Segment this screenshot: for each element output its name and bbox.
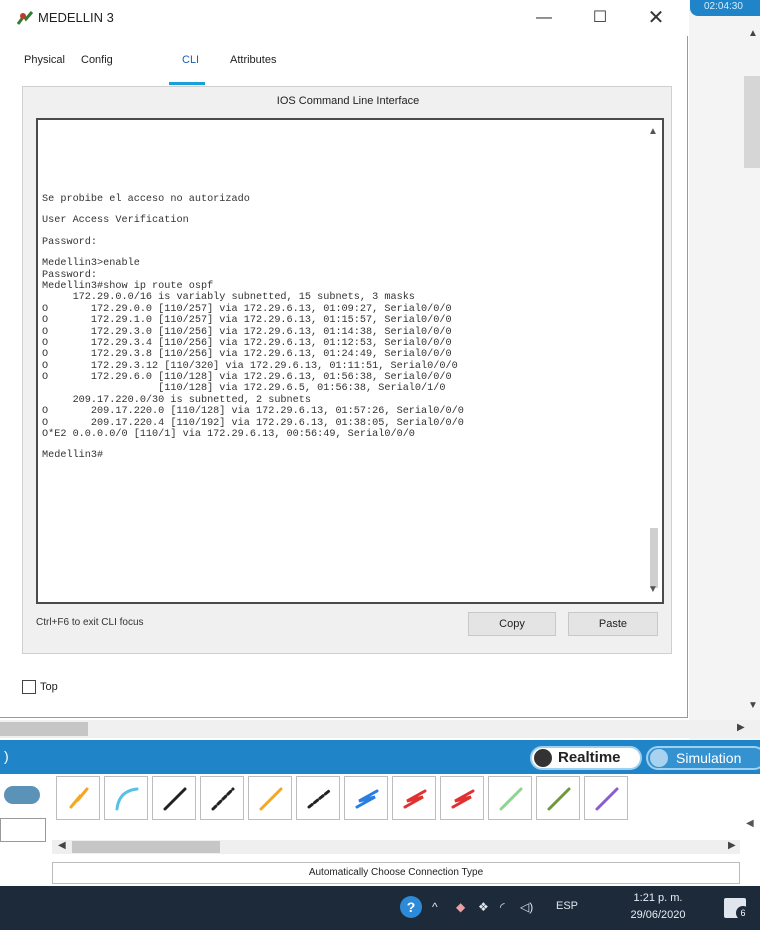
mode-bar-left-arrow-icon: ): [4, 748, 9, 764]
top-checkbox-label: Top: [40, 681, 58, 693]
workspace-scrollbar-thumb[interactable]: [0, 722, 88, 736]
cloud-icon[interactable]: [4, 786, 40, 804]
fiber-icon[interactable]: [248, 776, 292, 820]
automatic-connection-icon[interactable]: [56, 776, 100, 820]
wifi-icon[interactable]: ◜: [500, 900, 505, 914]
terminal-line: 209.17.220.0/30 is subnetted, 2 subnets: [42, 394, 311, 406]
scroll-down-arrow-icon[interactable]: ▼: [648, 584, 658, 595]
terminal-line: Password:: [42, 236, 98, 248]
scroll-up-arrow-icon[interactable]: ▲: [648, 126, 658, 137]
usb-icon[interactable]: [584, 776, 628, 820]
language-indicator[interactable]: ESP: [556, 900, 578, 912]
tab-attributes[interactable]: Attributes: [230, 54, 276, 66]
terminal-scrollbar[interactable]: ▲ ▼: [644, 120, 662, 602]
scroll-right-arrow-icon[interactable]: ▶: [737, 722, 745, 733]
copper-cross-over-icon[interactable]: [200, 776, 244, 820]
close-button[interactable]: ✕: [634, 6, 678, 32]
copper-straight-through-icon[interactable]: [152, 776, 196, 820]
background-scroll-down-arrow-icon[interactable]: ▼: [748, 700, 758, 711]
device-window: MEDELLIN 3 — ☐ ✕ Physical Config CLI Att…: [0, 0, 688, 718]
terminal-line: O 172.29.6.0 [110/128] via 172.29.6.13, …: [42, 372, 452, 384]
terminal-line: Password:: [42, 269, 98, 281]
notification-count: 6: [736, 906, 750, 920]
paste-button[interactable]: Paste: [568, 612, 658, 636]
background-scroll-up-arrow-icon[interactable]: ▲: [748, 28, 758, 39]
terminal-line: Medellin3#: [42, 450, 104, 462]
terminal-line: Se probibe el acceso no autorizado: [42, 194, 250, 205]
terminal-line: O 209.17.220.0 [110/128] via 172.29.6.13…: [42, 406, 464, 418]
terminal-line: O 209.17.220.4 [110/192] via 172.29.6.13…: [42, 417, 464, 429]
console-connection-icon[interactable]: [104, 776, 148, 820]
terminal-line: 172.29.0.0/16 is variably subnetted, 15 …: [42, 292, 415, 304]
window-title: MEDELLIN 3: [38, 10, 114, 25]
active-tab-indicator: [169, 82, 205, 85]
terminal-line: Medellin3#show ip route ospf: [42, 280, 214, 292]
iot-icon[interactable]: [536, 776, 580, 820]
terminal-line: O 172.29.3.8 [110/256] via 172.29.6.13, …: [42, 349, 452, 361]
dropbox-icon[interactable]: ❖: [478, 900, 489, 914]
tray-time[interactable]: 1:21 p. m.: [626, 892, 690, 904]
panel-heading: IOS Command Line Interface: [276, 95, 420, 107]
simulation-label: Simulation: [676, 750, 742, 766]
terminal-line: O 172.29.3.0 [110/256] via 172.29.6.13, …: [42, 326, 452, 338]
router-app-icon: [16, 11, 34, 25]
minimize-button[interactable]: —: [522, 6, 566, 32]
serial-dte-icon[interactable]: [440, 776, 484, 820]
background-scrollbar-thumb[interactable]: [744, 76, 760, 168]
copy-button[interactable]: Copy: [468, 612, 556, 636]
tab-config[interactable]: Config: [81, 54, 113, 66]
terminal-line: O 172.29.0.0 [110/257] via 172.29.6.13, …: [42, 303, 452, 315]
terminal-line: User Access Verification: [42, 215, 189, 227]
background-clock-badge: 02:04:30: [690, 0, 760, 16]
speaker-icon[interactable]: ◁): [520, 900, 533, 914]
terminal-line: O 172.29.1.0 [110/257] via 172.29.6.13, …: [42, 315, 452, 327]
help-icon[interactable]: ?: [400, 896, 422, 918]
device-tabs: Physical Config CLI Attributes: [22, 50, 312, 78]
serial-dce-icon[interactable]: [392, 776, 436, 820]
palette-scrollbar-thumb[interactable]: [72, 841, 220, 853]
palette-side-arrow-icon[interactable]: ◀: [746, 818, 754, 829]
terminal-line: [110/128] via 172.29.6.5, 01:56:38, Seri…: [42, 383, 446, 395]
terminal-line: Medellin3>enable: [42, 258, 140, 270]
tab-cli[interactable]: CLI: [182, 54, 199, 66]
cli-terminal[interactable]: Se probibe el acceso no autorizado User …: [36, 118, 664, 604]
stopwatch-icon: [650, 749, 668, 767]
octal-icon[interactable]: [488, 776, 532, 820]
maximize-button[interactable]: ☐: [578, 6, 622, 32]
connection-type-label: Automatically Choose Connection Type: [308, 867, 484, 878]
terminal-line: O*E2 0.0.0.0/0 [110/1] via 172.29.6.13, …: [42, 429, 415, 441]
top-checkbox[interactable]: [22, 680, 36, 694]
realtime-label: Realtime: [558, 749, 621, 766]
workspace-horizontal-scrollbar[interactable]: [0, 720, 760, 738]
palette-scroll-left-icon[interactable]: ◀: [58, 840, 66, 851]
palette-scroll-right-icon[interactable]: ▶: [728, 840, 736, 851]
terminal-line: O 172.29.3.12 [110/320] via 172.29.6.13,…: [42, 360, 458, 372]
network-alert-icon[interactable]: ◆: [456, 900, 465, 914]
tab-physical[interactable]: Physical: [24, 54, 65, 66]
phone-icon[interactable]: [296, 776, 340, 820]
tray-chevron-icon[interactable]: ^: [432, 900, 438, 914]
device-search-input[interactable]: [0, 818, 46, 842]
coaxial-icon[interactable]: [344, 776, 388, 820]
clock-icon: [534, 749, 552, 767]
terminal-scrollbar-thumb[interactable]: [650, 528, 658, 588]
cli-focus-hint: Ctrl+F6 to exit CLI focus: [36, 617, 144, 628]
terminal-line: O 172.29.3.4 [110/256] via 172.29.6.13, …: [42, 337, 452, 349]
terminal-output[interactable]: Se probibe el acceso no autorizado User …: [42, 194, 642, 462]
tray-date[interactable]: 29/06/2020: [622, 909, 694, 921]
